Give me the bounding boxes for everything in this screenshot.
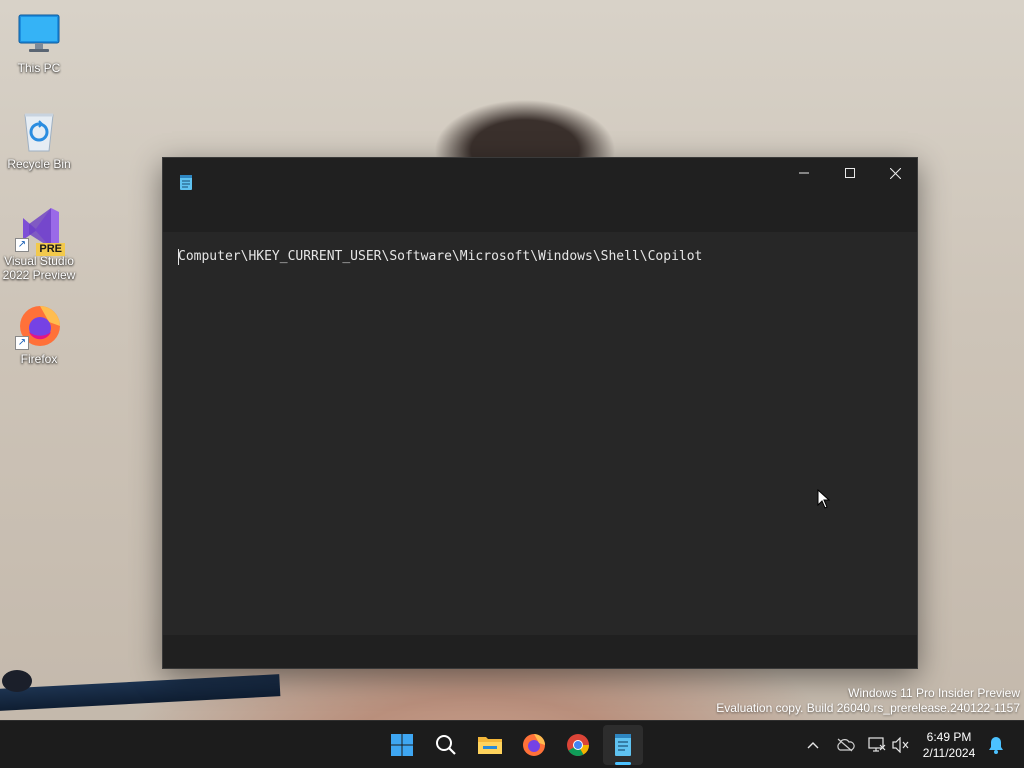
chrome-taskbar-button[interactable] xyxy=(558,725,598,765)
chevron-up-icon xyxy=(807,742,819,749)
close-icon xyxy=(889,167,901,179)
chrome-icon xyxy=(567,734,589,756)
desktop-icon-visual-studio[interactable]: PRE ↗ Visual Studio 2022 Preview xyxy=(1,204,77,282)
text-caret xyxy=(178,249,179,265)
notification-button[interactable] xyxy=(984,733,1008,757)
clock-time: 6:49 PM xyxy=(926,730,972,744)
shortcut-arrow-icon: ↗ xyxy=(15,238,29,252)
wallpaper-knob xyxy=(2,670,32,692)
bell-icon xyxy=(989,737,1003,754)
firefox-icon: ↗ xyxy=(15,302,63,350)
desktop-icon-label: Recycle Bin xyxy=(7,157,71,171)
network-icon xyxy=(868,737,886,752)
firefox-taskbar-button[interactable] xyxy=(514,725,554,765)
title-bar[interactable] xyxy=(163,158,917,232)
active-app-indicator xyxy=(615,762,631,765)
notepad-window: Computer\HKEY_CURRENT_USER\Software\Micr… xyxy=(162,157,918,669)
desktop-icon-recycle-bin[interactable]: Recycle Bin xyxy=(1,107,77,171)
maximize-icon xyxy=(845,168,855,178)
monitor-icon xyxy=(15,11,63,59)
recycle-bin-icon xyxy=(15,107,63,155)
windows-watermark: Windows 11 Pro Insider Preview Evaluatio… xyxy=(716,686,1020,716)
watermark-build: Evaluation copy. Build 26040.rs_prerelea… xyxy=(716,701,1020,715)
mouse-cursor-icon xyxy=(817,489,831,509)
desktop-icon-label: This PC xyxy=(17,61,61,75)
notepad-icon xyxy=(179,175,193,191)
cloud-offline-icon xyxy=(837,738,855,752)
volume-muted-icon xyxy=(892,737,909,753)
visual-studio-icon: PRE ↗ xyxy=(15,204,65,256)
desktop-icon-label: Firefox xyxy=(20,352,58,366)
maximize-button[interactable] xyxy=(827,158,873,188)
start-button[interactable] xyxy=(382,725,422,765)
preview-badge: PRE xyxy=(36,243,65,256)
notepad-taskbar-button[interactable] xyxy=(603,725,643,765)
show-hidden-icons-button[interactable] xyxy=(801,733,825,757)
minimize-button[interactable] xyxy=(781,158,827,188)
minimize-icon xyxy=(799,172,809,174)
status-bar xyxy=(163,635,917,668)
text-editor[interactable]: Computer\HKEY_CURRENT_USER\Software\Micr… xyxy=(163,232,917,637)
search-button[interactable] xyxy=(426,725,466,765)
notepad-icon xyxy=(615,734,631,756)
editor-content: Computer\HKEY_CURRENT_USER\Software\Micr… xyxy=(178,249,703,264)
folder-icon xyxy=(478,737,502,754)
system-clock[interactable]: 6:49 PM 2/11/2024 xyxy=(918,729,980,761)
watermark-edition: Windows 11 Pro Insider Preview xyxy=(848,686,1020,700)
search-icon xyxy=(436,735,456,755)
file-explorer-button[interactable] xyxy=(470,725,510,765)
onedrive-button[interactable] xyxy=(833,733,857,757)
network-button[interactable] xyxy=(865,733,889,757)
windows-logo-icon xyxy=(391,734,413,756)
close-button[interactable] xyxy=(872,158,918,188)
desktop-icon-firefox[interactable]: ↗ Firefox xyxy=(1,302,77,366)
desktop-icon-label: Visual Studio xyxy=(4,254,74,268)
taskbar: 6:49 PM 2/11/2024 xyxy=(0,720,1024,768)
clock-date: 2/11/2024 xyxy=(922,746,976,760)
shortcut-arrow-icon: ↗ xyxy=(15,336,29,350)
firefox-icon xyxy=(523,734,545,756)
volume-button[interactable] xyxy=(889,733,913,757)
desktop-icon-this-pc[interactable]: This PC xyxy=(1,11,77,75)
desktop-icon-label: 2022 Preview xyxy=(2,268,76,282)
